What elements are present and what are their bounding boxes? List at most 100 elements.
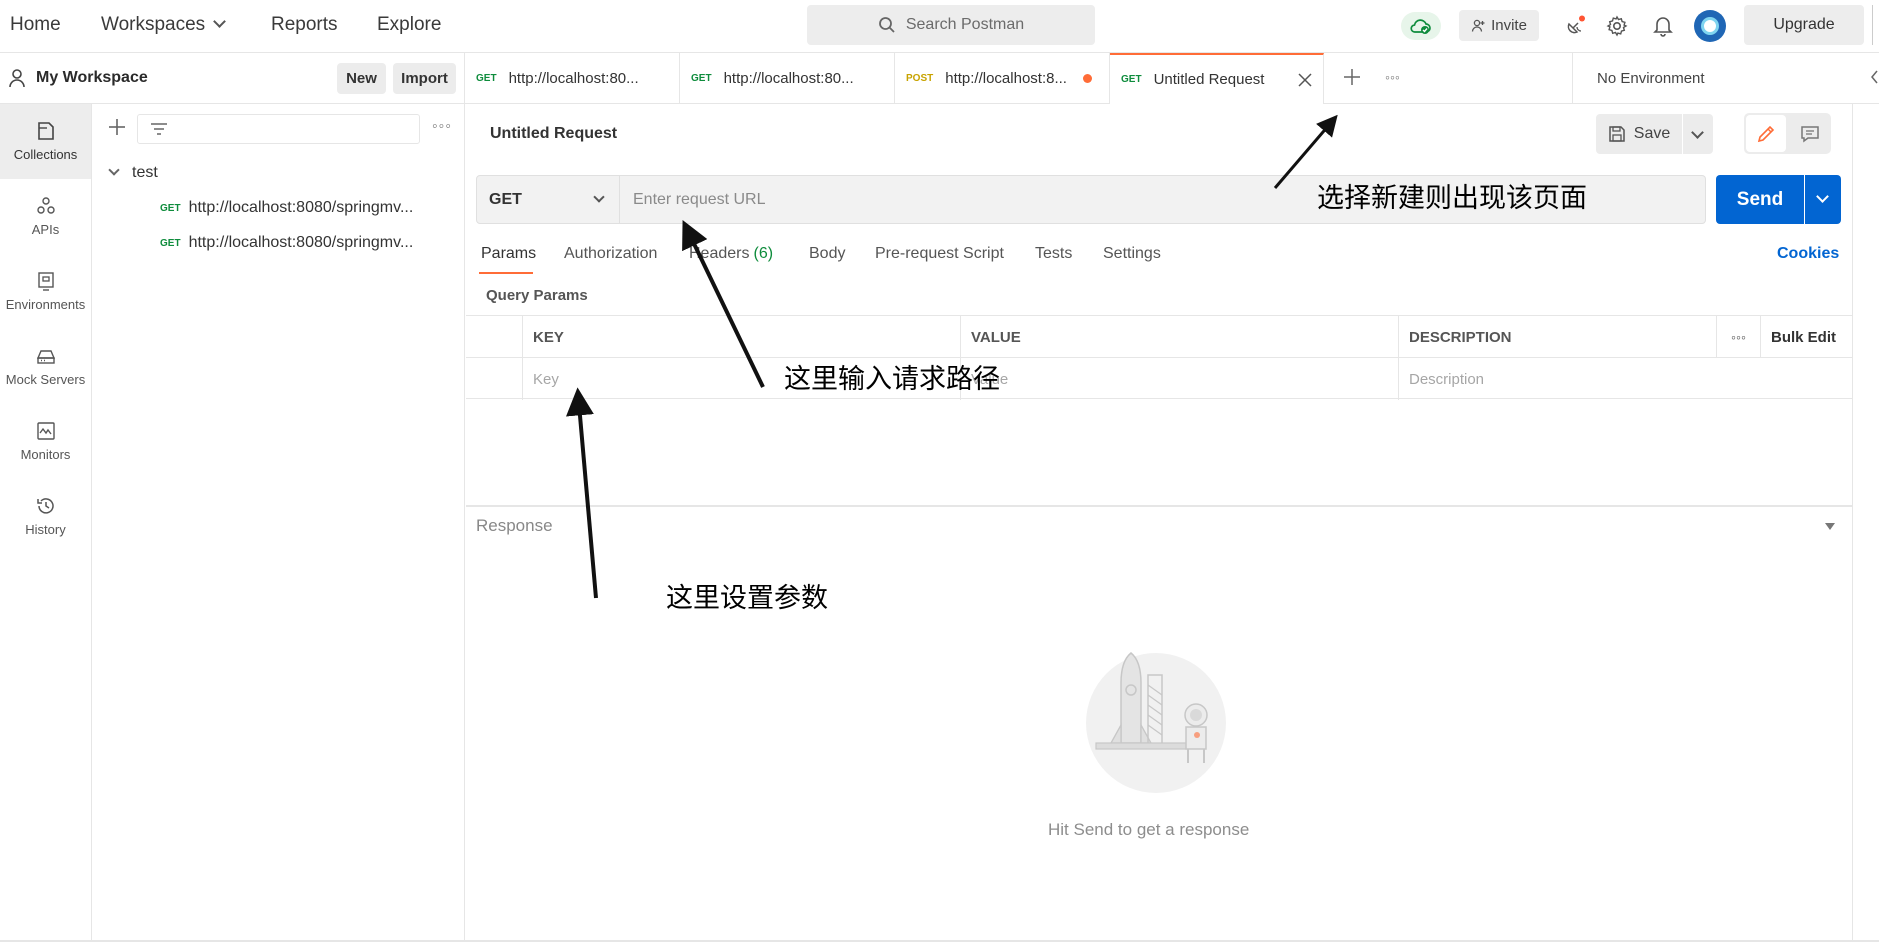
rail-item-monitors[interactable]: Monitors bbox=[0, 404, 91, 479]
request-tab[interactable]: GET http://localhost:80... bbox=[465, 53, 680, 104]
comment-icon bbox=[1801, 125, 1819, 142]
chevron-left-icon[interactable] bbox=[1869, 69, 1879, 85]
environment-select[interactable]: No Environment bbox=[1572, 53, 1879, 104]
more-icon[interactable]: ◦◦◦ bbox=[1385, 69, 1400, 85]
query-params-label: Query Params bbox=[486, 287, 588, 304]
bell-icon[interactable] bbox=[1650, 13, 1676, 39]
save-options-button[interactable] bbox=[1683, 114, 1713, 154]
send-button[interactable]: Send bbox=[1716, 175, 1804, 224]
user-icon bbox=[9, 69, 25, 88]
response-label: Response bbox=[476, 516, 553, 535]
environment-label: No Environment bbox=[1597, 70, 1705, 87]
response-divider[interactable] bbox=[466, 505, 1852, 507]
collection-filter-input[interactable] bbox=[137, 114, 420, 144]
environments-icon bbox=[37, 272, 54, 291]
nav-workspaces[interactable]: Workspaces bbox=[101, 14, 227, 36]
new-button[interactable]: New bbox=[337, 63, 386, 94]
description-input[interactable]: Description bbox=[1398, 358, 1852, 400]
nav-explore[interactable]: Explore bbox=[377, 14, 441, 36]
workspace-header: My Workspace New Import bbox=[0, 53, 465, 104]
cloud-sync-icon[interactable] bbox=[1401, 12, 1441, 40]
comment-button[interactable] bbox=[1790, 115, 1830, 152]
value-input[interactable]: Value bbox=[960, 358, 1398, 400]
empty-response-text: Hit Send to get a response bbox=[1048, 820, 1250, 839]
tab-tests[interactable]: Tests bbox=[1035, 245, 1072, 263]
invite-button[interactable]: Invite bbox=[1459, 10, 1539, 41]
tab-body[interactable]: Body bbox=[809, 245, 845, 263]
caret-down-icon[interactable] bbox=[1825, 523, 1835, 530]
tab-params[interactable]: Params bbox=[481, 245, 536, 263]
method-tag: GET bbox=[160, 202, 181, 214]
rail-item-apis[interactable]: APIs bbox=[0, 179, 91, 254]
annotation-params: 这里设置参数 bbox=[666, 583, 828, 614]
collection-folder[interactable]: test bbox=[108, 164, 158, 182]
unsaved-dot-icon bbox=[1082, 74, 1092, 83]
new-tab-plus-icon[interactable] bbox=[1342, 67, 1362, 87]
tab-settings[interactable]: Settings bbox=[1103, 245, 1161, 263]
column-header: KEY bbox=[522, 316, 960, 358]
more-icon[interactable]: ◦◦◦ bbox=[432, 118, 452, 136]
add-user-icon bbox=[1471, 19, 1485, 32]
bulk-edit-button[interactable]: Bulk Edit bbox=[1760, 316, 1852, 358]
tab-headers[interactable]: Headers (6) bbox=[689, 245, 773, 263]
cookies-link[interactable]: Cookies bbox=[1777, 245, 1839, 263]
mock-servers-icon bbox=[36, 350, 55, 364]
request-title[interactable]: Untitled Request bbox=[490, 125, 617, 143]
tab-label: Untitled Request bbox=[1153, 71, 1265, 88]
tab-authorization[interactable]: Authorization bbox=[564, 245, 657, 263]
rail-label: Monitors bbox=[20, 447, 71, 462]
nav-reports[interactable]: Reports bbox=[271, 14, 338, 36]
request-tabs: GET http://localhost:80... GET http://lo… bbox=[465, 53, 1879, 104]
request-tab-active[interactable]: GET Untitled Request bbox=[1110, 53, 1324, 104]
plus-icon[interactable] bbox=[106, 116, 128, 138]
folder-label: test bbox=[132, 164, 158, 181]
rail-label: Environments bbox=[5, 297, 86, 312]
search-icon bbox=[878, 17, 895, 33]
chevron-down-icon bbox=[593, 191, 605, 203]
save-button[interactable]: Save bbox=[1596, 114, 1682, 154]
nav-home[interactable]: Home bbox=[10, 14, 61, 36]
list-item[interactable]: GET http://localhost:8080/springmv... bbox=[160, 234, 413, 252]
more-icon[interactable]: ◦◦◦ bbox=[1716, 316, 1760, 358]
method-select[interactable]: GET bbox=[476, 175, 620, 224]
request-tab[interactable]: POST http://localhost:8... bbox=[895, 53, 1110, 104]
close-icon[interactable] bbox=[1298, 72, 1312, 87]
monitors-icon bbox=[36, 422, 55, 440]
import-button[interactable]: Import bbox=[393, 63, 456, 94]
annotation-url: 这里输入请求路径 bbox=[784, 364, 1000, 395]
invite-label: Invite bbox=[1491, 17, 1527, 34]
search-bar[interactable]: Search Postman bbox=[807, 5, 1095, 45]
edit-button[interactable] bbox=[1746, 115, 1786, 152]
avatar[interactable] bbox=[1694, 10, 1726, 42]
chevron-down-icon bbox=[108, 164, 120, 176]
rail-item-mock-servers[interactable]: Mock Servers bbox=[0, 329, 91, 404]
active-tab-indicator bbox=[479, 272, 533, 274]
workspace-title[interactable]: My Workspace bbox=[36, 69, 148, 87]
left-rail: Collections APIs Environments Mock Serve… bbox=[0, 104, 92, 940]
view-toggle bbox=[1744, 113, 1831, 154]
search-placeholder: Search Postman bbox=[905, 16, 1025, 33]
arrow-params bbox=[566, 387, 598, 599]
method-tag: GET bbox=[691, 73, 712, 84]
top-bar: Home Workspaces Reports Explore Search P… bbox=[0, 0, 1879, 53]
method-tag: POST bbox=[906, 73, 934, 84]
tab-label: http://localhost:80... bbox=[723, 70, 854, 87]
satellite-icon[interactable] bbox=[1562, 13, 1588, 39]
save-icon bbox=[1609, 126, 1625, 142]
nav-workspaces-label: Workspaces bbox=[101, 14, 206, 35]
rail-item-environments[interactable]: Environments bbox=[0, 254, 91, 329]
table-row: Key Value Description bbox=[466, 357, 1852, 400]
list-item[interactable]: GET http://localhost:8080/springmv... bbox=[160, 199, 413, 217]
send-options-button[interactable] bbox=[1805, 175, 1841, 224]
gear-icon[interactable] bbox=[1604, 13, 1630, 39]
right-sidebar-strip bbox=[1852, 104, 1879, 940]
upgrade-button[interactable]: Upgrade bbox=[1744, 5, 1864, 45]
params-table: KEY VALUE DESCRIPTION ◦◦◦ Bulk Edit Key … bbox=[466, 315, 1852, 400]
rocket-astronaut-illustration bbox=[1086, 652, 1226, 793]
rail-item-collections[interactable]: Collections bbox=[0, 104, 91, 179]
tab-pre-request-script[interactable]: Pre-request Script bbox=[875, 245, 1004, 263]
method-tag: GET bbox=[476, 73, 497, 84]
rail-item-history[interactable]: History bbox=[0, 479, 91, 554]
request-tab[interactable]: GET http://localhost:80... bbox=[680, 53, 895, 104]
headers-count: (6) bbox=[753, 245, 774, 262]
